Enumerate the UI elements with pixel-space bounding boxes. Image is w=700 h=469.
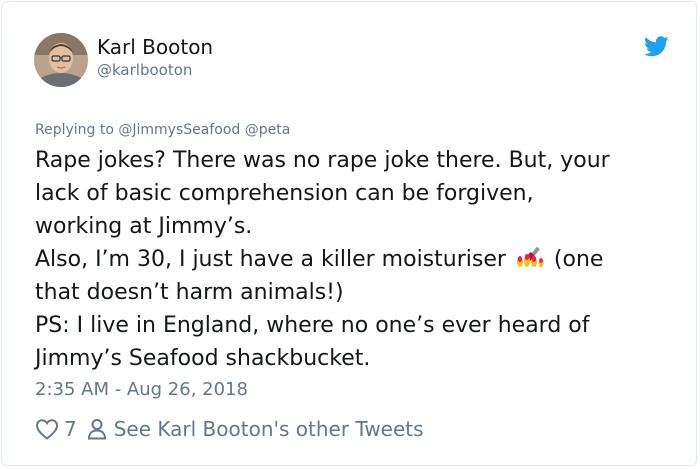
tweet-line: working at Jimmy’s. xyxy=(35,214,253,239)
tweet-line: PS: I live in England, where no one’s ev… xyxy=(35,313,590,338)
tweet-line: Also, I’m 30, I just have a killer moist… xyxy=(35,243,675,276)
twitter-bird-icon[interactable] xyxy=(644,36,669,57)
replying-label: Replying to xyxy=(35,122,114,138)
like-count: 7 xyxy=(64,417,77,441)
user-handle[interactable]: @karlbooton xyxy=(97,61,192,79)
nail-polish-emoji xyxy=(516,247,544,268)
reply-mentions[interactable]: @JimmysSeafood @peta xyxy=(118,122,290,138)
heart-icon[interactable] xyxy=(35,418,59,440)
tweet-line-part: (one xyxy=(553,247,604,272)
tweet-line-part: Also, I’m 30, I just have a killer moist… xyxy=(35,247,506,272)
replying-to: Replying to @JimmysSeafood @peta xyxy=(35,122,290,138)
tweet-line: Jimmy’s Seafood shackbucket. xyxy=(35,346,371,371)
person-icon xyxy=(87,419,106,440)
other-tweets-link[interactable]: See Karl Booton's other Tweets xyxy=(114,417,424,441)
tweet-line: that doesn’t harm animals!) xyxy=(35,280,344,305)
tweet-line: Rape jokes? There was no rape joke there… xyxy=(35,148,610,173)
tweet-line: lack of basic comprehension can be forgi… xyxy=(35,181,534,206)
avatar[interactable] xyxy=(34,33,88,87)
display-name[interactable]: Karl Booton xyxy=(97,35,213,59)
tweet-card: Karl Booton @karlbooton Replying to @Jim… xyxy=(1,1,697,466)
timestamp[interactable]: 2:35 AM - Aug 26, 2018 xyxy=(35,379,248,400)
tweet-actions: 7 See Karl Booton's other Tweets xyxy=(35,415,424,443)
tweet-text: Rape jokes? There was no rape joke there… xyxy=(35,144,675,375)
